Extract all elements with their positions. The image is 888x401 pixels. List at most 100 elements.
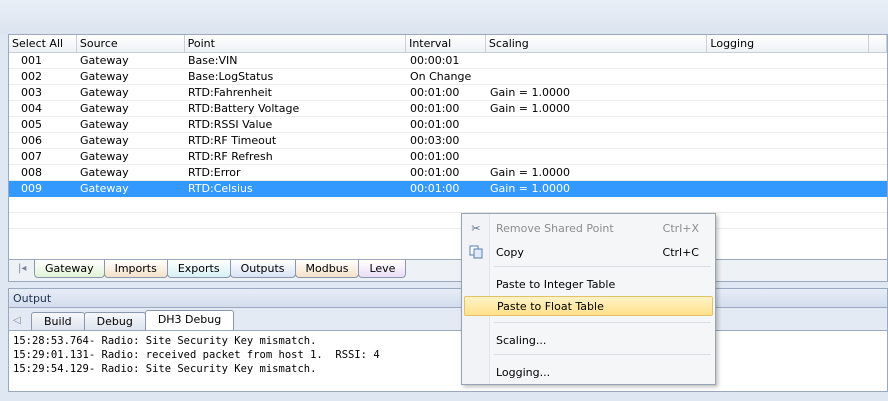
table-row[interactable]: 002 Gateway Base:LogStatus On Change — [9, 69, 887, 85]
scaling-cell: Gain = 1.0000 — [490, 166, 570, 179]
scaling-cell — [487, 69, 709, 84]
menu-item-copy[interactable]: Copy Ctrl+C — [464, 242, 713, 262]
table-row[interactable]: 001 Gateway Base:VIN 00:00:01 — [9, 53, 887, 69]
source-header[interactable]: Source — [77, 35, 185, 52]
logging-cell — [709, 117, 871, 132]
menu-item-remove-shared-point[interactable]: ✂ Remove Shared Point Ctrl+X — [464, 218, 713, 238]
row-select-cell[interactable]: 009 — [9, 181, 77, 196]
log-line: 15:29:01.131- Radio: received packet fro… — [13, 349, 380, 361]
logging-cell — [709, 165, 871, 180]
logging-cell — [709, 181, 871, 196]
menu-item-shortcut: Ctrl+X — [662, 221, 699, 235]
row-select-cell[interactable]: 002 — [9, 69, 77, 84]
interval-cell: 00:01:00 — [410, 86, 460, 99]
logging-cell — [709, 149, 871, 164]
tab-build[interactable]: Build — [31, 312, 85, 330]
interval-cell: 00:00:01 — [410, 54, 460, 67]
interval-cell: 00:01:00 — [410, 118, 460, 131]
output-panel-title: Output — [8, 288, 888, 308]
menu-item-label: Remove Shared Point — [496, 221, 614, 235]
points-grid: Select All Source Point Interval Scaling… — [8, 34, 888, 260]
menu-item-label: Scaling... — [496, 333, 547, 347]
interval-cell: 00:03:00 — [410, 134, 460, 147]
table-row[interactable]: 005 Gateway RTD:RSSI Value 00:01:00 — [9, 117, 887, 133]
point-cell: Base:VIN — [188, 54, 238, 67]
table-row[interactable]: 008 Gateway RTD:Error 00:01:00 Gain = 1.… — [9, 165, 887, 181]
output-log[interactable]: 15:28:53.764- Radio: Site Security Key m… — [8, 330, 888, 392]
point-cell: RTD:RSSI Value — [188, 118, 273, 131]
tab-levels[interactable]: Leve — [358, 260, 407, 278]
point-cell: RTD:Fahrenheit — [188, 86, 272, 99]
scaling-header[interactable]: Scaling — [486, 35, 708, 52]
selected-table-row[interactable]: 009 Gateway RTD:Celsius 00:01:00 Gain = … — [9, 181, 887, 197]
tab-exports[interactable]: Exports — [166, 260, 231, 278]
logging-cell — [709, 85, 871, 100]
point-cell: RTD:Battery Voltage — [188, 102, 300, 115]
row-select-cell[interactable]: 008 — [9, 165, 77, 180]
point-cell: RTD:RF Timeout — [188, 134, 277, 147]
tab-gateway[interactable]: Gateway — [34, 260, 105, 278]
source-cell: Gateway — [80, 150, 129, 163]
scaling-cell: Gain = 1.0000 — [490, 102, 570, 115]
toolbar-band — [0, 0, 888, 34]
point-header[interactable]: Point — [185, 35, 407, 52]
tab-imports[interactable]: Imports — [103, 260, 168, 278]
row-select-cell[interactable]: 007 — [9, 149, 77, 164]
grid-header: Select All Source Point Interval Scaling… — [9, 35, 887, 53]
first-tab-icon[interactable]: |◂ — [9, 260, 35, 280]
scissors-icon: ✂ — [471, 221, 481, 235]
menu-item-label: Paste to Float Table — [497, 299, 604, 313]
point-cell: RTD:Celsius — [188, 182, 253, 195]
menu-item-paste-integer[interactable]: Paste to Integer Table — [464, 274, 713, 294]
source-cell: Gateway — [80, 182, 129, 195]
menu-item-scaling[interactable]: Scaling... — [464, 330, 713, 350]
logging-cell — [709, 53, 871, 68]
row-select-cell[interactable]: 005 — [9, 117, 77, 132]
menu-item-logging[interactable]: Logging... — [464, 362, 713, 382]
tab-debug[interactable]: Debug — [83, 312, 146, 330]
menu-separator — [494, 322, 711, 323]
logging-cell — [709, 133, 871, 148]
source-cell: Gateway — [80, 86, 129, 99]
output-tab-strip: ◁ Build Debug DH3 Debug — [8, 308, 888, 330]
left-arrow-icon[interactable]: ◁ — [13, 315, 31, 330]
point-cell: Base:LogStatus — [188, 70, 274, 83]
copy-icon — [464, 242, 488, 262]
tab-outputs[interactable]: Outputs — [229, 260, 296, 278]
interval-cell: 00:01:00 — [410, 150, 460, 163]
select-all-header[interactable]: Select All — [9, 35, 77, 52]
log-line: 15:28:53.764- Radio: Site Security Key m… — [13, 335, 317, 347]
scaling-cell: Gain = 1.0000 — [490, 182, 570, 195]
table-row[interactable]: 004 Gateway RTD:Battery Voltage 00:01:00… — [9, 101, 887, 117]
menu-item-label: Copy — [496, 245, 524, 259]
row-select-cell[interactable]: 001 — [9, 53, 77, 68]
interval-cell: 00:01:00 — [410, 102, 460, 115]
row-select-cell[interactable]: 006 — [9, 133, 77, 148]
scaling-cell — [487, 149, 709, 164]
table-row[interactable]: 007 Gateway RTD:RF Refresh 00:01:00 — [9, 149, 887, 165]
interval-header[interactable]: Interval — [406, 35, 486, 52]
scaling-cell — [487, 133, 709, 148]
tab-modbus[interactable]: Modbus — [294, 260, 360, 278]
interval-cell: 00:01:00 — [410, 166, 460, 179]
logging-cell — [709, 69, 871, 84]
extra-header — [869, 35, 887, 52]
source-cell: Gateway — [80, 118, 129, 131]
logging-cell — [709, 101, 871, 116]
source-cell: Gateway — [80, 134, 129, 147]
table-row[interactable]: 006 Gateway RTD:RF Timeout 00:03:00 — [9, 133, 887, 149]
sheet-tab-strip: |◂ Gateway Imports Exports Outputs Modbu… — [8, 260, 888, 282]
menu-item-label: Logging... — [496, 365, 551, 379]
menu-item-shortcut: Ctrl+C — [662, 245, 699, 259]
log-line: 15:29:54.129- Radio: Site Security Key m… — [13, 363, 317, 375]
row-select-cell[interactable]: 003 — [9, 85, 77, 100]
logging-header[interactable]: Logging — [707, 35, 870, 52]
row-select-cell[interactable]: 004 — [9, 101, 77, 116]
source-cell: Gateway — [80, 166, 129, 179]
tab-dh3-debug[interactable]: DH3 Debug — [144, 310, 235, 330]
table-row[interactable]: 003 Gateway RTD:Fahrenheit 00:01:00 Gain… — [9, 85, 887, 101]
scaling-cell — [487, 53, 709, 68]
menu-separator — [494, 266, 711, 267]
menu-separator — [494, 354, 711, 355]
menu-item-paste-float[interactable]: Paste to Float Table — [464, 296, 713, 316]
